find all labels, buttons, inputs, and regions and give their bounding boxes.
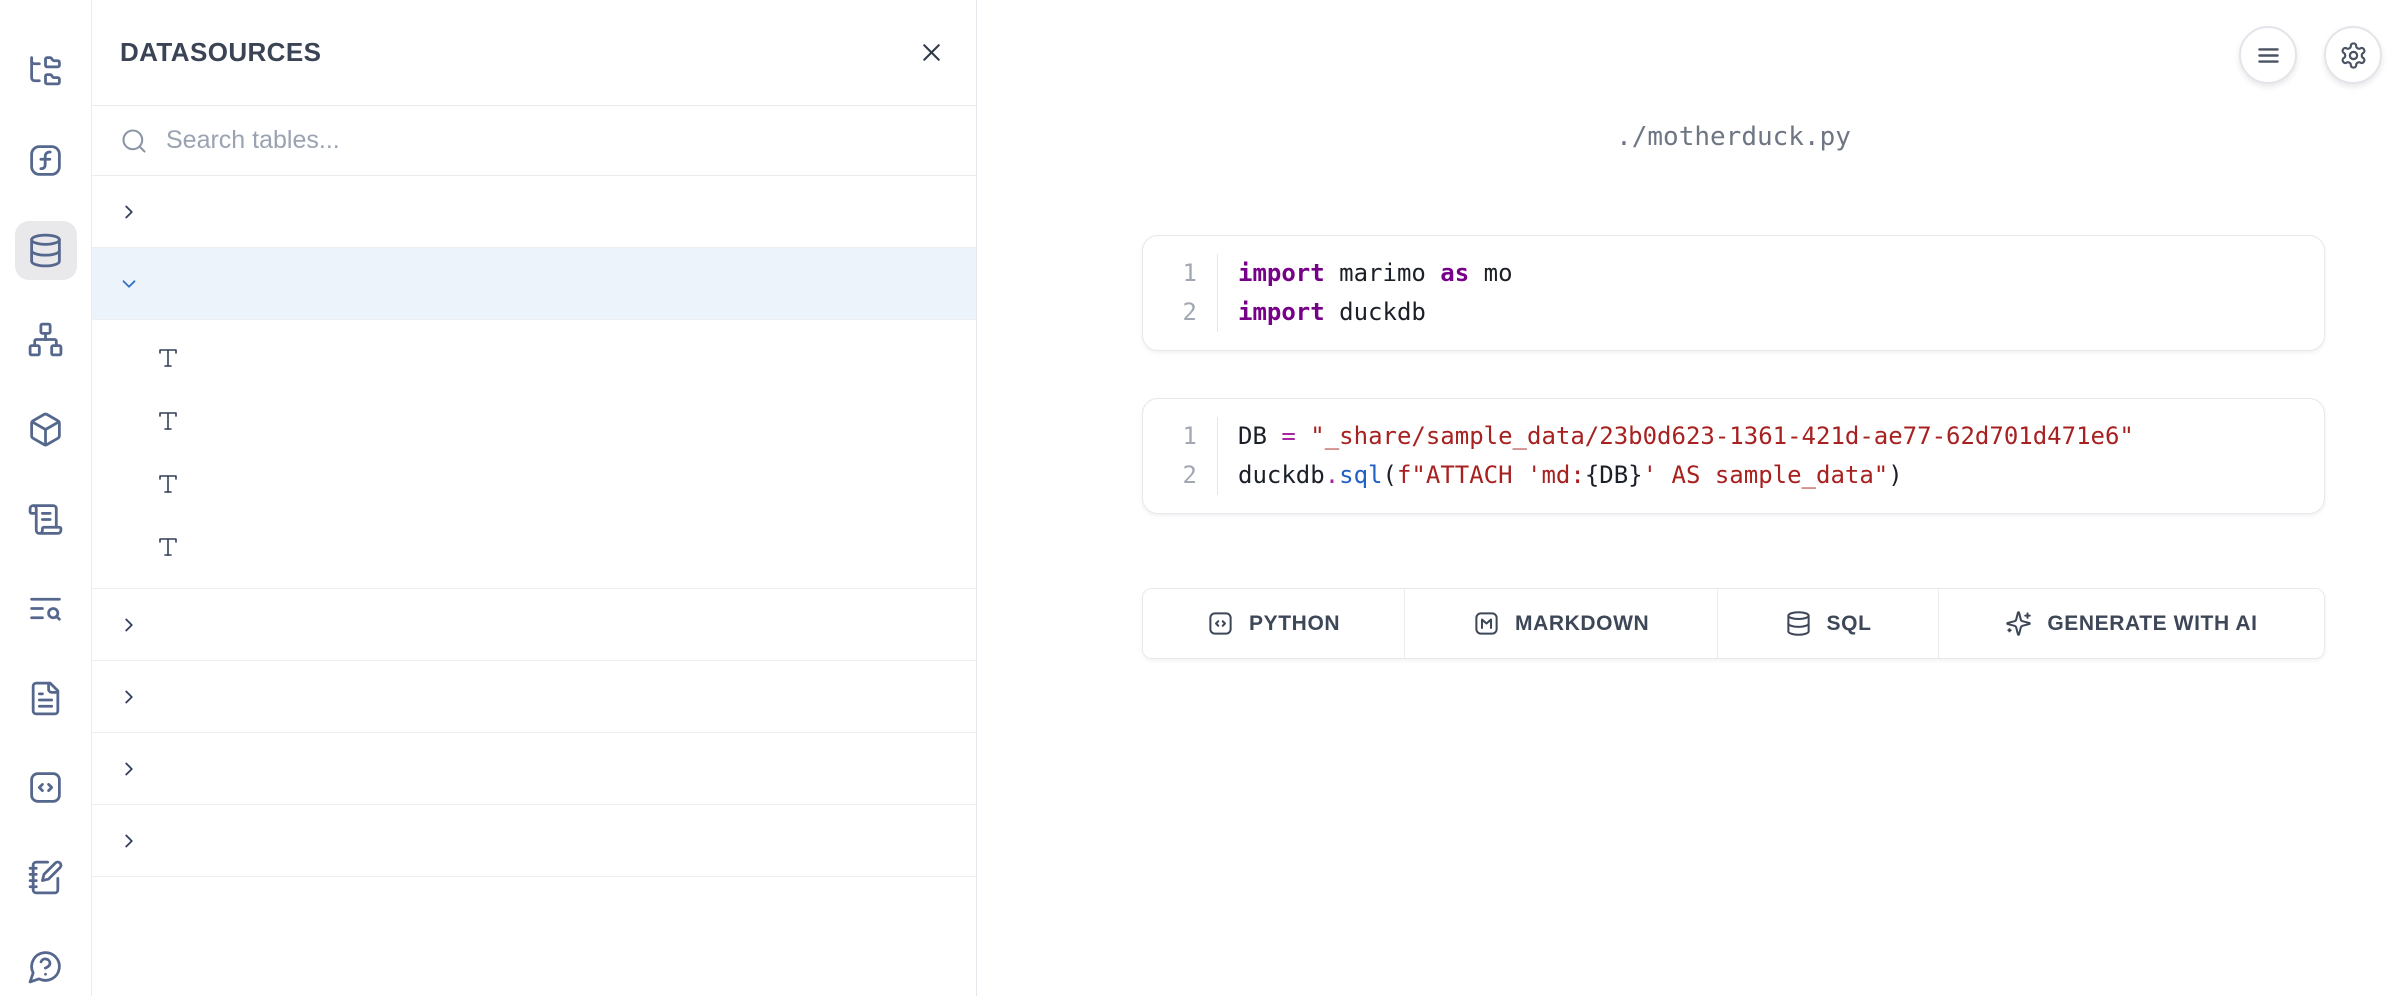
sparkles-icon: [2005, 610, 2032, 637]
column-row[interactable]: [92, 452, 976, 515]
sidebar-item-snippets[interactable]: [15, 758, 77, 817]
chevron-right-icon: [118, 829, 142, 853]
text-search-icon: [27, 590, 64, 627]
search-icon: [120, 127, 148, 155]
square-code-icon: [1207, 610, 1234, 637]
chevron-down-icon: [118, 272, 142, 296]
line-number: 1: [1143, 254, 1217, 293]
text-type-icon: [156, 409, 182, 433]
panel-title: DATASOURCES: [120, 37, 321, 68]
function-square-icon: [27, 142, 64, 179]
scroll-text-icon: [27, 501, 64, 538]
notebook-pen-icon: [27, 859, 64, 896]
table-list: [92, 176, 976, 877]
close-panel-button[interactable]: [917, 38, 946, 67]
chevron-right-icon: [118, 613, 142, 637]
table-row[interactable]: [92, 733, 976, 805]
table-row[interactable]: [92, 589, 976, 661]
line-number: 2: [1143, 293, 1217, 332]
add-cell-button-label: GENERATE WITH AI: [2047, 612, 2257, 636]
add-cell-generate-with-ai-button[interactable]: GENERATE WITH AI: [1939, 589, 2324, 658]
code-cell[interactable]: 1import marimo as mo2import duckdb: [1142, 235, 2325, 351]
sidebar-item-logs[interactable]: [15, 490, 77, 549]
chevron-right-icon: [118, 685, 142, 709]
settings-button[interactable]: [2324, 26, 2382, 84]
notebook-menu-button[interactable]: [2239, 26, 2297, 84]
add-cell-sql-button[interactable]: SQL: [1718, 589, 1939, 658]
code-text[interactable]: duckdb.sql(f"ATTACH 'md:{DB}' AS sample_…: [1217, 456, 2324, 495]
text-type-icon: [156, 346, 182, 370]
table-row[interactable]: [92, 805, 976, 877]
table-row[interactable]: [92, 661, 976, 733]
add-cell-button-label: MARKDOWN: [1515, 612, 1649, 636]
sidebar-item-packages[interactable]: [15, 400, 77, 459]
chevron-right-icon: [118, 757, 142, 781]
file-text-icon: [27, 680, 64, 717]
add-cell-button-label: SQL: [1827, 612, 1872, 636]
text-type-icon: [156, 472, 182, 496]
app-window: DATASOURCES ./motherduck.py 1import mari…: [0, 0, 2399, 996]
notebook-filename: ./motherduck.py: [1142, 122, 2325, 152]
sidebar-item-dependencies[interactable]: [15, 311, 77, 370]
close-icon: [917, 38, 946, 67]
file-tree-icon: [27, 53, 64, 90]
search-row: [92, 106, 976, 176]
code-line: 2duckdb.sql(f"ATTACH 'md:{DB}' AS sample…: [1143, 456, 2324, 495]
sidebar-item-help[interactable]: [15, 937, 77, 996]
code-text[interactable]: import duckdb: [1217, 293, 2324, 332]
code-text[interactable]: DB = "_share/sample_data/23b0d623-1361-4…: [1217, 417, 2324, 456]
network-icon: [27, 321, 64, 358]
code-text[interactable]: import marimo as mo: [1217, 254, 2324, 293]
datasources-panel: DATASOURCES: [92, 0, 977, 996]
panel-header: DATASOURCES: [92, 0, 976, 106]
square-code-icon: [27, 769, 64, 806]
sidebar-item-scratchpad[interactable]: [15, 848, 77, 907]
column-row[interactable]: [92, 389, 976, 452]
line-number: 2: [1143, 456, 1217, 495]
sidebar-item-tracebacks[interactable]: [15, 579, 77, 638]
search-input[interactable]: [166, 126, 948, 155]
message-question-icon: [27, 948, 64, 985]
sidebar-item-variables[interactable]: [15, 132, 77, 191]
add-cell-python-button[interactable]: PYTHON: [1143, 589, 1405, 658]
add-cell-markdown-button[interactable]: MARKDOWN: [1405, 589, 1718, 658]
table-row[interactable]: [92, 248, 976, 320]
sidebar-item-documentation[interactable]: [15, 669, 77, 728]
table-row[interactable]: [92, 176, 976, 248]
sidebar-item-file-explorer[interactable]: [15, 42, 77, 101]
text-type-icon: [156, 535, 182, 559]
sidebar-item-datasources[interactable]: [15, 221, 77, 280]
database-icon: [1785, 610, 1812, 637]
topbar-actions: [2239, 26, 2382, 84]
add-cell-toolbar: PYTHON MARKDOWN SQL GENERATE WITH AI: [1142, 588, 2325, 659]
activity-bar: [0, 0, 92, 996]
square-m-icon: [1473, 610, 1500, 637]
notebook-area: ./motherduck.py 1import marimo as mo2imp…: [977, 0, 2399, 996]
box-icon: [27, 411, 64, 448]
menu-icon: [2254, 41, 2283, 70]
column-row[interactable]: [92, 515, 976, 578]
settings-icon: [2339, 41, 2368, 70]
column-row[interactable]: [92, 326, 976, 389]
line-number: 1: [1143, 417, 1217, 456]
code-cell[interactable]: 1DB = "_share/sample_data/23b0d623-1361-…: [1142, 398, 2325, 514]
code-line: 1DB = "_share/sample_data/23b0d623-1361-…: [1143, 417, 2324, 456]
column-group: [92, 320, 976, 589]
code-line: 1import marimo as mo: [1143, 254, 2324, 293]
code-line: 2import duckdb: [1143, 293, 2324, 332]
add-cell-button-label: PYTHON: [1249, 612, 1340, 636]
chevron-right-icon: [118, 200, 142, 224]
database-icon: [27, 232, 64, 269]
